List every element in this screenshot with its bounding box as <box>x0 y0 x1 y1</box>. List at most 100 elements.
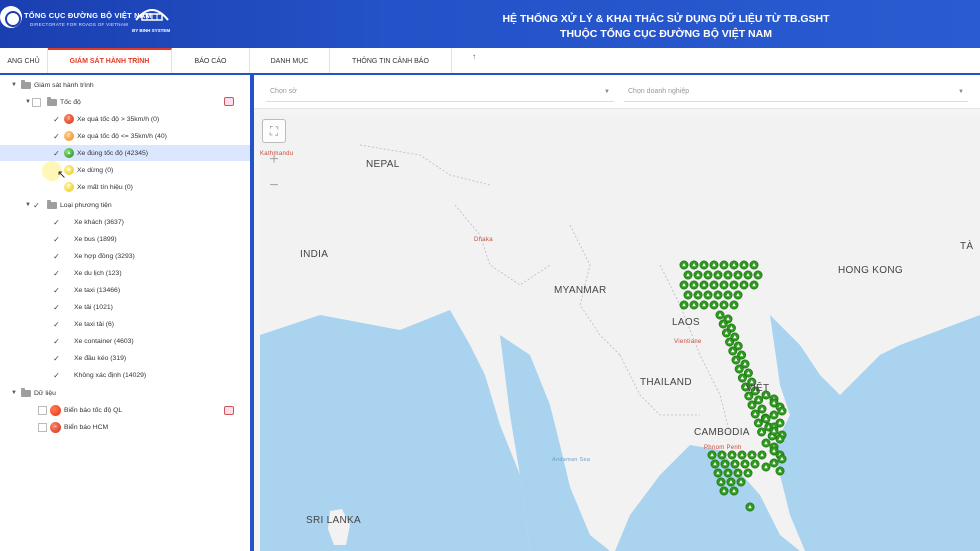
tree-vehicle-item-label: Xe khách (3637) <box>74 218 124 226</box>
system-title-line2: THUỘC TỔNG CỤC ĐƯỜNG BỘ VIỆT NAM <box>560 28 772 40</box>
map-panel: Chọn sở ▼ Chọn doanh nghiệp ▼ ⛶ + − Kath… <box>254 75 980 551</box>
tree-vehicle-item-label: Không xác định (14029) <box>74 371 147 379</box>
map-label-kathmandu: Kathmandu <box>260 151 294 157</box>
overspeed-low-icon: ! <box>64 131 74 141</box>
check-icon[interactable]: ✓ <box>52 132 61 141</box>
company-select-placeholder: Chọn doanh nghiệp <box>628 88 690 95</box>
tree-vehicle-item-label: Xe du lịch (123) <box>74 269 122 277</box>
source-select[interactable]: Chọn sở ▼ <box>266 82 614 102</box>
caret-down-icon[interactable]: ▼ <box>24 202 32 208</box>
tree-vehicle-group[interactable]: ▼ ✓ Loại phương tiện <box>24 197 112 213</box>
tree-vehicle-item[interactable]: ✓ Xe taxi (13466) <box>52 282 120 298</box>
tree-vehicle-item-label: Xe tải (1021) <box>74 303 113 311</box>
main-nav: ANG CHỦ GIÁM SÁT HÀNH TRÌNH BÁO CÁO DANH… <box>0 48 980 75</box>
folder-icon <box>21 79 31 89</box>
checkbox[interactable] <box>32 97 41 107</box>
check-icon[interactable]: ✓ <box>52 252 61 261</box>
check-icon[interactable]: ✓ <box>52 320 61 329</box>
caret-down-icon[interactable]: ▼ <box>10 82 18 88</box>
arrow-up-icon[interactable]: ↑ <box>472 52 476 61</box>
tree-speed-item[interactable]: ✓ ? Xe mất tín hiệu (0) <box>52 179 133 195</box>
check-icon[interactable]: ✓ <box>52 235 61 244</box>
tree-speed-item-label: Xe quá tốc độ <= 35km/h (40) <box>77 132 167 140</box>
tree-data-item[interactable]: − Biển báo HCM <box>38 419 108 435</box>
caret-down-icon[interactable]: ▼ <box>24 99 32 105</box>
tree-vehicle-item-label: Xe taxi tải (6) <box>74 320 115 328</box>
map-label-thailand: THAILAND <box>640 377 692 388</box>
tree-speed-item[interactable]: ✓ ▲ Xe đúng tốc độ (42345) <box>0 145 250 161</box>
check-icon[interactable]: ✓ <box>52 337 61 346</box>
tree-vehicle-item-label: Xe hợp đồng (3293) <box>74 252 135 260</box>
tree-speed-group[interactable]: ▼ Tốc độ <box>24 94 81 110</box>
basemap <box>260 115 980 551</box>
company-select[interactable]: Chọn doanh nghiệp ▼ <box>624 82 968 102</box>
map-label-andaman-sea: Andaman Sea <box>552 457 591 463</box>
tree-data-group[interactable]: ▼ Dữ liệu <box>10 385 56 401</box>
checkbox[interactable] <box>38 422 47 432</box>
source-select-placeholder: Chọn sở <box>270 88 297 95</box>
tree-root-label: Giám sát hành trình <box>34 81 94 89</box>
tree-vehicle-item[interactable]: ✓ Không xác định (14029) <box>52 367 146 383</box>
check-icon[interactable]: ✓ <box>32 201 41 210</box>
tree-vehicle-item[interactable]: ✓ Xe container (4603) <box>52 333 134 349</box>
nav-home[interactable]: ANG CHỦ <box>0 48 48 73</box>
nav-reports[interactable]: BÁO CÁO <box>172 48 250 73</box>
tree-root[interactable]: ▼ Giám sát hành trình <box>10 77 94 93</box>
directorate-logo-icon <box>0 6 22 28</box>
fullscreen-button[interactable]: ⛶ <box>262 119 286 143</box>
zoom-out-button[interactable]: − <box>262 175 286 197</box>
tree-vehicle-item[interactable]: ✓ Xe hợp đồng (3293) <box>52 248 135 264</box>
check-icon[interactable]: ✓ <box>52 115 61 124</box>
map-label-myanmar: MYANMAR <box>554 285 607 296</box>
map-label-dhaka: Dhaka <box>474 237 493 243</box>
correct-speed-icon: ▲ <box>64 148 74 158</box>
partner-logo-text: BY BINH SYSTEM <box>132 28 171 33</box>
clear-filter-icon[interactable] <box>224 97 234 106</box>
map-label-viet: VIỆT <box>746 383 770 394</box>
nav-catalog[interactable]: DANH MỤC <box>250 48 330 73</box>
check-icon[interactable]: ✓ <box>52 286 61 295</box>
map-label-nepal: NEPAL <box>366 159 400 170</box>
clear-filter-icon[interactable] <box>224 406 234 415</box>
map-label-vientiane: Vientiane <box>674 339 702 345</box>
filter-bar: Chọn sở ▼ Chọn doanh nghiệp ▼ <box>254 75 980 109</box>
map-canvas[interactable]: ⛶ + − Kathmandu NEPAL INDIA Dhaka MYANMA… <box>260 115 980 551</box>
check-icon[interactable]: ✓ <box>52 303 61 312</box>
check-icon[interactable]: ✓ <box>52 149 61 158</box>
nav-journey-monitoring[interactable]: GIÁM SÁT HÀNH TRÌNH <box>48 48 172 73</box>
check-icon[interactable]: ✓ <box>52 183 61 192</box>
org-name: TỔNG CỤC ĐƯỜNG BỘ VIỆT NAM <box>24 11 152 20</box>
tree-vehicle-item[interactable]: ✓ Xe du lịch (123) <box>52 265 122 281</box>
tree-vehicle-item[interactable]: ✓ Xe đầu kéo (319) <box>52 350 126 366</box>
tree-data-group-label: Dữ liệu <box>34 389 56 397</box>
tree-vehicle-item-label: Xe bus (1899) <box>74 235 117 243</box>
map-label-sri-lanka: SRI LANKA <box>306 515 361 526</box>
layer-tree-sidebar: ▼ Giám sát hành trình ▼ Tốc độ ✓ ! Xe qu… <box>0 75 254 551</box>
check-icon[interactable]: ✓ <box>52 269 61 278</box>
check-icon[interactable]: ✓ <box>52 371 61 380</box>
map-label-laos: LAOS <box>672 317 700 328</box>
app-header: TỔNG CỤC ĐƯỜNG BỘ VIỆT NAM DIRECTORATE F… <box>0 0 980 48</box>
tree-vehicle-item[interactable]: ✓ Xe khách (3637) <box>52 214 124 230</box>
tree-vehicle-item[interactable]: ✓ Xe tải (1021) <box>52 299 113 315</box>
tree-vehicle-item[interactable]: ✓ Xe bus (1899) <box>52 231 117 247</box>
speed-sign-icon <box>50 404 61 416</box>
tree-vehicle-item-label: Xe container (4603) <box>74 337 134 345</box>
tree-data-item[interactable]: Biển báo tốc độ QL <box>38 402 122 418</box>
map-label-ta: TÀ <box>960 241 974 252</box>
tree-speed-item-label: Xe đúng tốc độ (42345) <box>77 149 149 157</box>
caret-down-icon[interactable]: ▼ <box>10 390 18 396</box>
tree-vehicle-group-label: Loại phương tiện <box>60 201 112 209</box>
nav-alerts[interactable]: THÔNG TIN CẢNH BÁO <box>330 48 452 73</box>
check-icon[interactable]: ✓ <box>52 218 61 227</box>
tree-vehicle-item-label: Xe taxi (13466) <box>74 286 121 294</box>
checkbox[interactable] <box>38 405 47 415</box>
tree-speed-item[interactable]: ✓ ! Xe quá tốc độ > 35km/h (0) <box>52 111 159 127</box>
system-title-line1: HỆ THỐNG XỬ LÝ & KHAI THÁC SỬ DỤNG DỮ LI… <box>502 13 830 25</box>
tree-speed-item[interactable]: ✓ ! Xe quá tốc độ <= 35km/h (40) <box>52 128 167 144</box>
tree-speed-group-label: Tốc độ <box>60 98 81 106</box>
tree-speed-item-label: Xe quá tốc độ > 35km/h (0) <box>77 115 160 123</box>
check-icon[interactable]: ✓ <box>52 354 61 363</box>
no-entry-sign-icon: − <box>50 421 61 433</box>
tree-vehicle-item[interactable]: ✓ Xe taxi tải (6) <box>52 316 114 332</box>
